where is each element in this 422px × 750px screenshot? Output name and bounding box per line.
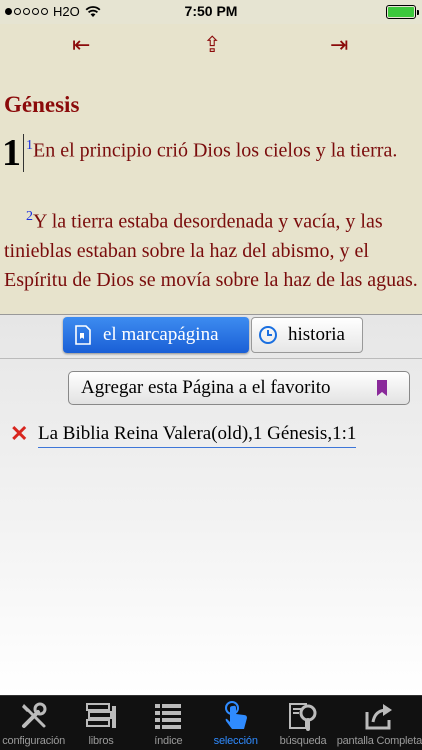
verse-number: 1 bbox=[26, 138, 33, 153]
tab-bookmarks-label: el marcapágina bbox=[103, 324, 219, 345]
bookmark-panel: el marcapágina historia Agregar esta Pág… bbox=[0, 314, 422, 695]
verse-2[interactable]: 2Y la tierra estaba desordenada y vacía,… bbox=[4, 202, 420, 295]
tab-pantalla-completa[interactable]: pantalla Completa bbox=[337, 696, 422, 750]
tab-libros[interactable]: libros bbox=[67, 696, 134, 750]
tab-label: libros bbox=[88, 735, 114, 747]
add-favorite-label: Agregar esta Página a el favorito bbox=[81, 377, 331, 398]
chapter-number: 1 bbox=[2, 134, 24, 172]
verse-1[interactable]: 1 1En el principio crió Dios los cielos … bbox=[2, 132, 420, 172]
chapter-nav: ⇤ ⇪ ⇥ bbox=[0, 32, 422, 62]
tab-label: selección bbox=[213, 735, 258, 747]
tab-label: índice bbox=[154, 735, 183, 747]
tab-label: configuración bbox=[2, 735, 66, 747]
status-right bbox=[386, 5, 419, 19]
magnifier-icon bbox=[287, 699, 319, 733]
battery-icon bbox=[386, 5, 419, 19]
panel-tabs: el marcapágina historia bbox=[0, 315, 422, 359]
share-arrow-icon bbox=[363, 699, 395, 733]
up-arrow-icon[interactable]: ⇪ bbox=[203, 32, 221, 58]
tap-hand-icon bbox=[220, 699, 252, 733]
list-icon bbox=[153, 699, 183, 733]
add-favorite-button[interactable]: Agregar esta Página a el favorito bbox=[68, 371, 410, 405]
delete-x-icon[interactable]: ✕ bbox=[10, 423, 28, 445]
tab-history-label: historia bbox=[288, 324, 345, 345]
clock-icon bbox=[258, 324, 278, 346]
books-icon bbox=[84, 699, 118, 733]
first-page-arrow-icon[interactable]: ⇤ bbox=[72, 32, 90, 58]
tab-indice[interactable]: índice bbox=[135, 696, 202, 750]
bookmark-page-icon bbox=[73, 324, 93, 346]
tab-configuracion[interactable]: configuración bbox=[0, 696, 67, 750]
last-page-arrow-icon[interactable]: ⇥ bbox=[330, 32, 348, 58]
tab-label: pantalla Completa bbox=[336, 735, 422, 747]
tab-bookmarks[interactable]: el marcapágina bbox=[63, 317, 249, 353]
verse-number: 2 bbox=[26, 209, 33, 224]
favorite-link[interactable]: La Biblia Reina Valera(old),1 Génesis,1:… bbox=[38, 423, 357, 448]
book-title: Génesis bbox=[4, 92, 80, 117]
verse-text: Y la tierra estaba desordenada y vacía, … bbox=[4, 210, 418, 291]
tab-busqueda[interactable]: búsqueda bbox=[269, 696, 336, 750]
tools-icon bbox=[18, 699, 50, 733]
tab-seleccion[interactable]: selección bbox=[202, 696, 269, 750]
verse-text: En el principio crió Dios los cielos y l… bbox=[33, 139, 398, 162]
bottom-tab-bar: configuración libros índice selección bú… bbox=[0, 695, 422, 750]
status-bar: H2O 7:50 PM bbox=[0, 0, 422, 24]
bible-reader: ⇤ ⇪ ⇥ Génesis 1 1En el principio crió Di… bbox=[0, 24, 422, 314]
tab-label: búsqueda bbox=[279, 735, 327, 747]
bookmark-ribbon-icon bbox=[377, 380, 387, 402]
list-item: ✕ La Biblia Reina Valera(old),1 Génesis,… bbox=[0, 419, 422, 449]
tab-history[interactable]: historia bbox=[251, 317, 363, 353]
status-time: 7:50 PM bbox=[184, 3, 238, 19]
